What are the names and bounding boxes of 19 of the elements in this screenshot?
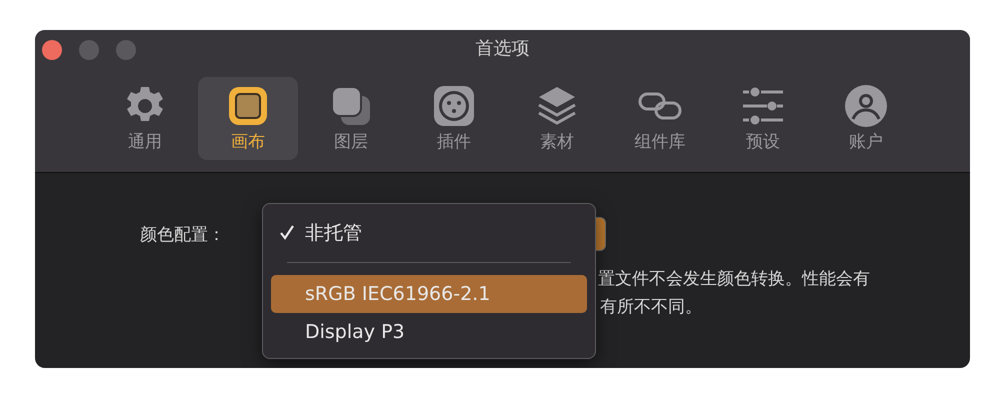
toolbar-tab[interactable]: 素材 [507, 77, 607, 160]
toolbar-tab[interactable]: 插件 [404, 77, 504, 160]
toolbar-tab[interactable]: 通用 [95, 77, 195, 160]
toolbar-tab[interactable]: 账户 [816, 77, 916, 160]
menu-item[interactable]: sRGB IEC61966-2.1 [271, 275, 587, 313]
toolbar-tab[interactable]: 预设 [713, 77, 813, 160]
toolbar-tab[interactable]: 组件库 [610, 77, 710, 160]
account-icon [844, 84, 888, 128]
toolbar-tab[interactable]: 画布 [198, 77, 298, 160]
square-icon [226, 84, 270, 128]
description-text: 有所不不同。 [600, 296, 703, 319]
toolbar-tab[interactable]: 图层 [301, 77, 401, 160]
window-title: 首选项 [476, 37, 530, 60]
description-text: 置文件不会发生颜色转换。性能会有 [598, 268, 871, 291]
menu-item[interactable]: Display P3 [271, 313, 587, 351]
menu-item[interactable]: 非托管 [271, 214, 587, 252]
plug-icon [432, 84, 476, 128]
field-label: 颜色配置： [140, 224, 225, 246]
close-button[interactable] [42, 40, 62, 60]
